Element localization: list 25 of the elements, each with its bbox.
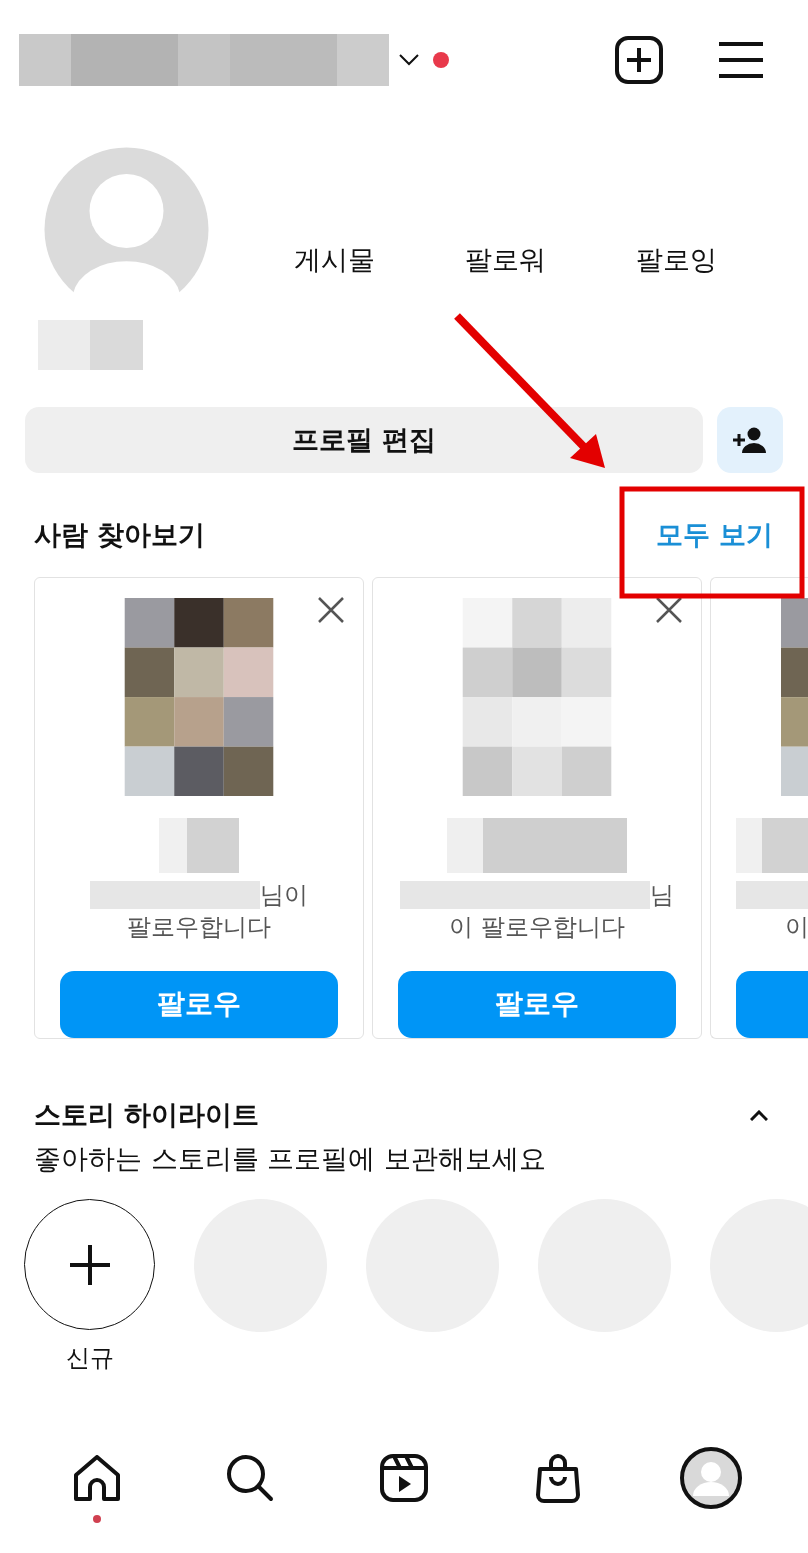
see-all-link[interactable]: 모두 보기 <box>655 517 773 553</box>
edit-profile-button[interactable]: 프로필 편집 <box>25 407 703 473</box>
mutual-text: 이 팔로우합니다 <box>449 911 625 943</box>
redacted-block <box>736 818 808 873</box>
highlight-label: 신규 <box>65 1343 114 1374</box>
close-icon[interactable] <box>317 596 345 624</box>
chevron-up-icon[interactable] <box>750 1109 768 1121</box>
mutual-text: 님이 <box>260 879 308 911</box>
close-icon[interactable] <box>655 596 683 624</box>
add-post-icon[interactable] <box>615 36 663 84</box>
redacted-block <box>736 880 808 909</box>
stat-label[interactable]: 게시물 <box>294 242 375 278</box>
section-title: 사람 찾아보기 <box>34 518 206 552</box>
section-title: 스토리 하이라이트 <box>34 1098 260 1132</box>
plus-icon <box>69 1244 110 1285</box>
person-add-icon <box>733 427 767 453</box>
mutual-text: 님 <box>650 879 674 911</box>
mutual-text: 이 <box>785 911 808 943</box>
mutual-text: 팔로우합니다 <box>127 911 271 943</box>
menu-icon[interactable] <box>719 41 763 79</box>
chevron-down-icon[interactable] <box>399 54 419 66</box>
section-subtitle: 좋아하는 스토리를 프로필에 보관해보세요 <box>34 1142 547 1176</box>
stat-label[interactable]: 팔로잉 <box>636 242 717 278</box>
stat-label[interactable]: 팔로워 <box>465 242 546 278</box>
add-person-button[interactable] <box>717 407 783 473</box>
